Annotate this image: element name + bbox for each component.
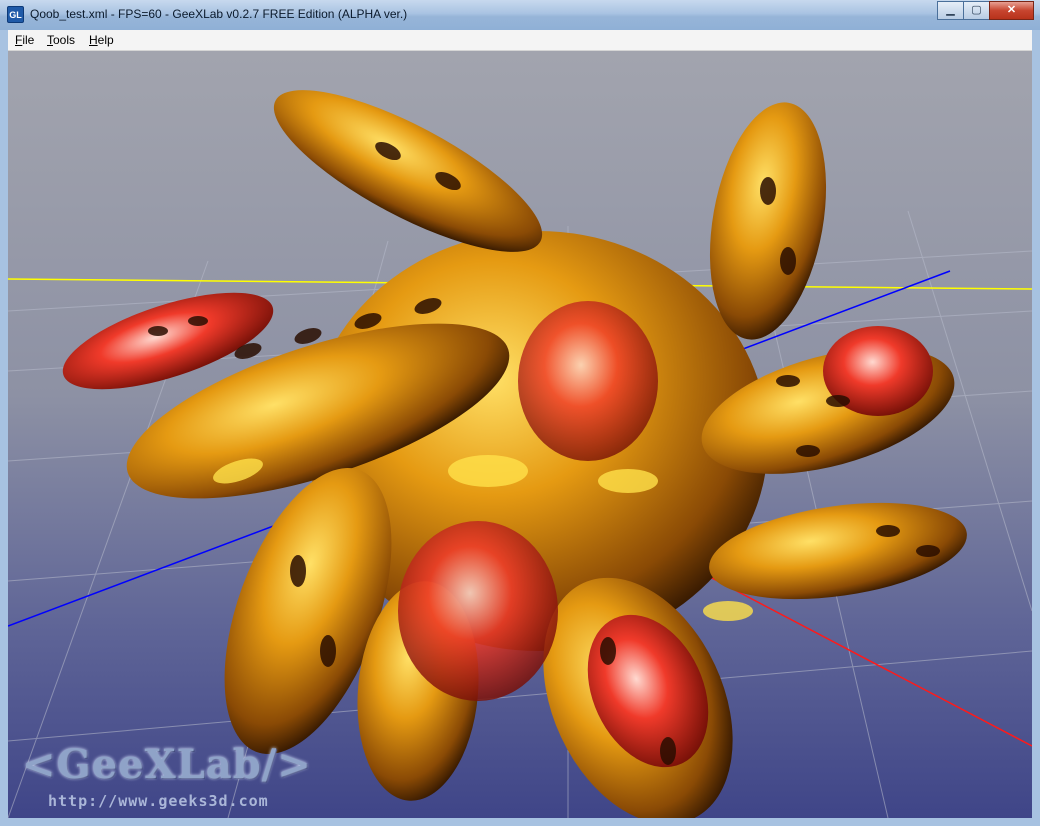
watermark-url: http://www.geeks3d.com: [48, 792, 269, 810]
maximize-button[interactable]: ▢: [963, 1, 990, 20]
scene-canvas: [8, 90, 1032, 818]
menu-file[interactable]: File: [15, 33, 34, 47]
geexlab-logo: <GeeXLab/>: [22, 741, 312, 788]
window-title: Qoob_test.xml - FPS=60 - GeeXLab v0.2.7 …: [30, 7, 408, 21]
window-frame-left: [0, 30, 8, 826]
3d-viewport[interactable]: <GeeXLab/> http://www.geeks3d.com: [8, 51, 1032, 818]
app-icon[interactable]: GL: [7, 6, 24, 23]
window-frame-bottom: [0, 818, 1040, 826]
app-window: GL Qoob_test.xml - FPS=60 - GeeXLab v0.2…: [0, 0, 1040, 826]
title-bar[interactable]: GL Qoob_test.xml - FPS=60 - GeeXLab v0.2…: [0, 0, 1040, 30]
menu-bar: File Tools Help: [8, 30, 1032, 51]
menu-tools[interactable]: Tools: [47, 33, 75, 47]
menu-help[interactable]: Help: [89, 33, 114, 47]
minimize-button[interactable]: ▁: [937, 1, 964, 20]
window-frame-right: [1032, 30, 1040, 826]
caption-buttons: ▁ ▢ ✕: [937, 1, 1034, 21]
close-button[interactable]: ✕: [989, 1, 1034, 20]
qoob-3d-model: [62, 90, 967, 818]
